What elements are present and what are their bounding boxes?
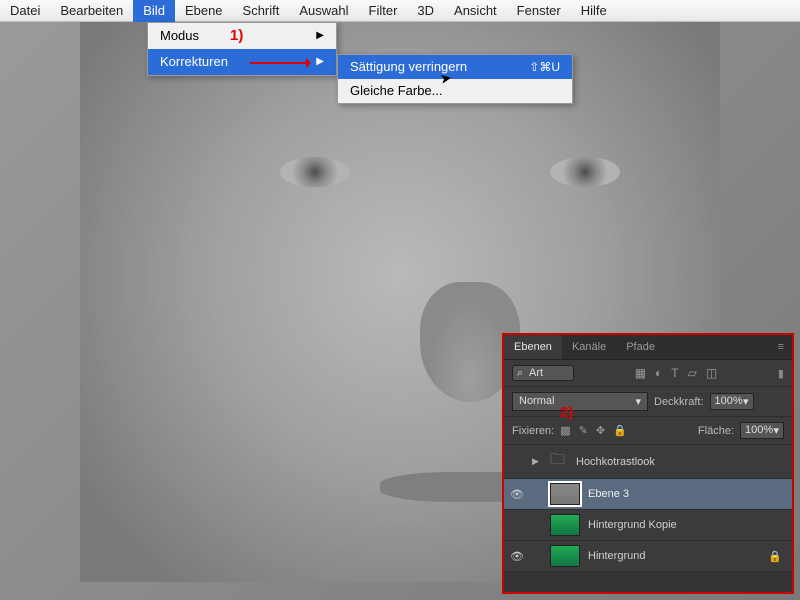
lock-position-icon[interactable]: ✥ xyxy=(596,424,605,437)
menu-bild[interactable]: Bild xyxy=(133,0,175,22)
layer-row[interactable]: 👁 Ebene 3 xyxy=(504,479,792,510)
layers-panel: EbenenKanälePfade ≡ Art ▦ ◐ T ▱ ◫ ▮ Norma… xyxy=(502,333,794,594)
submenu-item[interactable]: Sättigung verringern⇧⌘U xyxy=(338,55,572,79)
filter-smart-icon[interactable]: ◫ xyxy=(706,366,717,380)
menu-ebene[interactable]: Ebene xyxy=(175,0,233,22)
annotation-2: 2) xyxy=(560,404,573,421)
filter-type-icon[interactable]: T xyxy=(671,366,678,380)
layer-row[interactable]: Hintergrund Kopie xyxy=(504,510,792,541)
lock-label: Fixieren: xyxy=(512,425,554,437)
menu-datei[interactable]: Datei xyxy=(0,0,50,22)
annotation-1: 1) xyxy=(230,27,243,44)
filter-shape-icon[interactable]: ▱ xyxy=(688,366,697,380)
tab-ebenen[interactable]: Ebenen xyxy=(504,335,562,359)
layer-filter-select[interactable]: Art xyxy=(512,365,574,381)
tab-pfade[interactable]: Pfade xyxy=(616,335,665,359)
menu-hilfe[interactable]: Hilfe xyxy=(571,0,617,22)
folder-icon: 🗀 xyxy=(550,449,568,474)
layer-name: Hintergrund xyxy=(588,550,760,562)
layer-row[interactable]: 👁 Hintergrund 🔒 xyxy=(504,541,792,572)
lock-all-icon[interactable]: 🔒 xyxy=(613,424,627,437)
filter-icon-strip: ▦ ◐ T ▱ ◫ xyxy=(635,366,718,380)
visibility-icon[interactable]: 👁 xyxy=(510,550,524,563)
panel-menu-icon[interactable]: ≡ xyxy=(770,335,792,359)
layer-name: Hintergrund Kopie xyxy=(588,519,786,531)
opacity-input[interactable]: 100%▾ xyxy=(710,393,754,410)
filter-toggle-icon[interactable]: ▮ xyxy=(778,367,784,380)
menu-fenster[interactable]: Fenster xyxy=(507,0,571,22)
blend-mode-select[interactable]: Normal▾ xyxy=(512,392,648,411)
menu-auswahl[interactable]: Auswahl xyxy=(289,0,358,22)
opacity-label: Deckkraft: xyxy=(654,396,704,408)
fill-input[interactable]: 100%▾ xyxy=(740,422,784,439)
twist-icon[interactable]: ▶ xyxy=(532,456,542,467)
filter-adjust-icon[interactable]: ◐ xyxy=(655,366,662,380)
layer-thumbnail xyxy=(550,483,580,505)
lock-pixels-icon[interactable]: ✎ xyxy=(579,424,588,437)
tab-kanäle[interactable]: Kanäle xyxy=(562,335,616,359)
layer-name: Ebene 3 xyxy=(588,488,786,500)
layer-thumbnail xyxy=(550,545,580,567)
menu-ansicht[interactable]: Ansicht xyxy=(444,0,507,22)
menu-bar: DateiBearbeitenBildEbeneSchriftAuswahlFi… xyxy=(0,0,800,22)
layer-thumbnail xyxy=(550,514,580,536)
submenu-korrekturen: Sättigung verringern⇧⌘UGleiche Farbe... xyxy=(337,54,573,104)
panel-footer xyxy=(504,572,792,592)
layer-list: ▶ 🗀 Hochkotrastlook 👁 Ebene 3 Hintergrund Kop… xyxy=(504,445,792,572)
visibility-icon[interactable]: 👁 xyxy=(510,488,524,501)
filter-pixel-icon[interactable]: ▦ xyxy=(635,366,646,380)
menu-3d[interactable]: 3D xyxy=(407,0,444,22)
panel-tabs: EbenenKanälePfade ≡ xyxy=(504,335,792,360)
layer-name: Hochkotrastlook xyxy=(576,456,786,468)
lock-transparent-icon[interactable]: ▩ xyxy=(560,424,570,437)
menu-bearbeiten[interactable]: Bearbeiten xyxy=(50,0,133,22)
submenu-item[interactable]: Gleiche Farbe... xyxy=(338,79,572,103)
menu-filter[interactable]: Filter xyxy=(359,0,408,22)
fill-label: Fläche: xyxy=(698,425,734,437)
mouse-cursor: ➤ xyxy=(439,69,454,88)
menu-schrift[interactable]: Schrift xyxy=(233,0,290,22)
lock-icon: 🔒 xyxy=(768,550,782,563)
layer-row[interactable]: ▶ 🗀 Hochkotrastlook xyxy=(504,445,792,479)
annotation-arrow xyxy=(250,62,310,64)
